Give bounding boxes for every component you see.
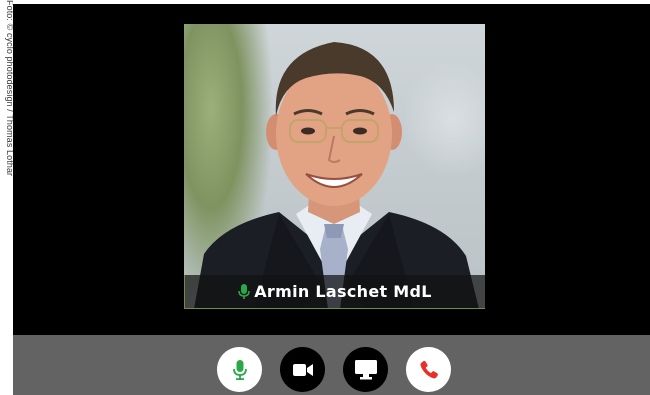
monitor-icon [354,359,377,379]
photo-credit: Foto: © cyclo photodesign / Thomas Lotha… [0,0,13,395]
mic-icon [238,283,250,299]
video-call-window: Armin Laschet MdL [13,4,650,395]
call-control-bar [13,335,650,395]
participant-name-bar: Armin Laschet MdL [184,275,485,309]
hang-up-button[interactable] [406,347,451,392]
phone-hangup-icon [419,360,438,378]
microphone-button[interactable] [217,347,262,392]
video-stage: Armin Laschet MdL [13,4,650,335]
mic-icon [232,359,247,380]
screen-share-button[interactable] [343,347,388,392]
camera-button[interactable] [280,347,325,392]
video-camera-icon [292,363,313,376]
participant-name: Armin Laschet MdL [254,282,432,301]
photo-credit-text: Foto: © cyclo photodesign / Thomas Lotha… [5,0,13,177]
participant-video-tile[interactable]: Armin Laschet MdL [184,24,485,309]
participant-video-feed [194,42,479,309]
